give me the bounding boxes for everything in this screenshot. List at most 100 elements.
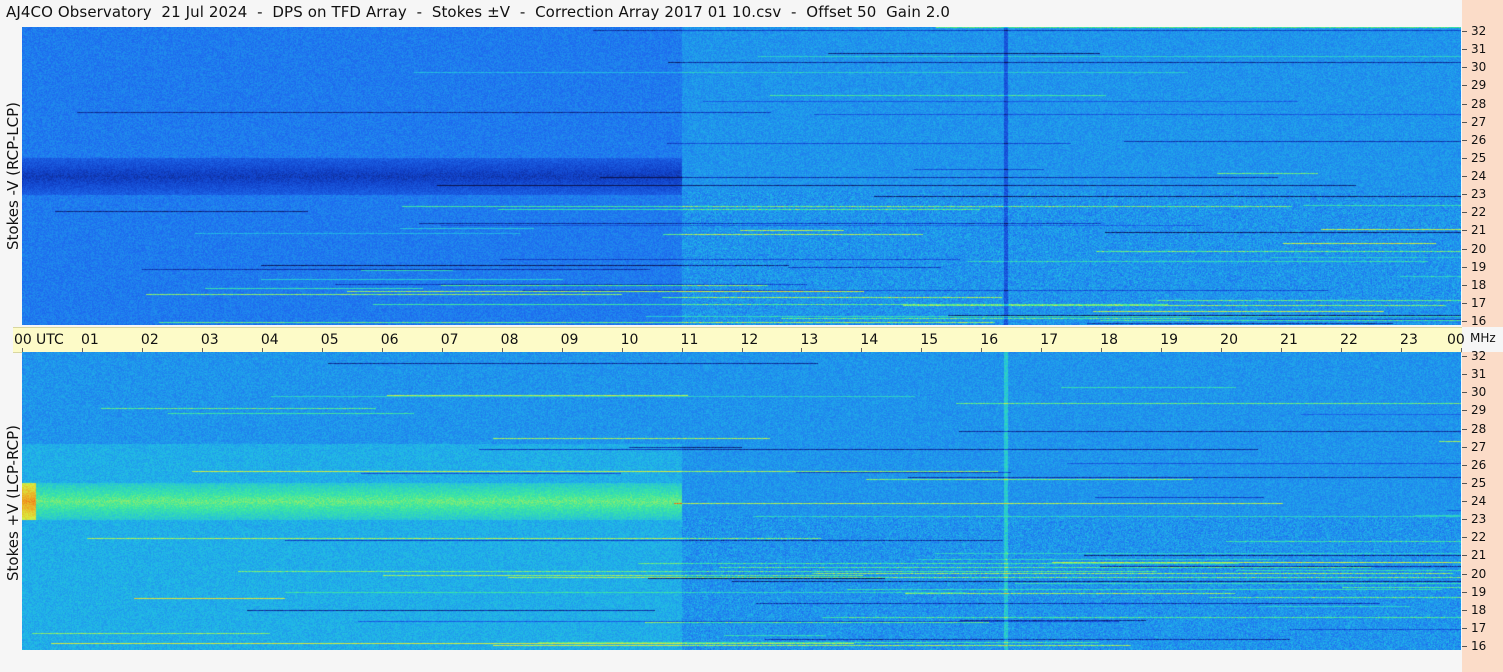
freq-tick-label: 32 <box>1471 24 1487 38</box>
freq-tick-label: 26 <box>1471 457 1487 472</box>
freq-tick-label: 30 <box>1471 385 1487 400</box>
freq-tick-label: 22 <box>1471 530 1487 545</box>
freq-tick <box>1462 49 1467 51</box>
freq-tick <box>1462 627 1467 629</box>
freq-unit-label: MHz <box>1470 331 1496 345</box>
freq-tick-label: 32 <box>1471 349 1487 363</box>
freq-tick <box>1462 321 1467 322</box>
freq-tick-label: 19 <box>1471 584 1487 599</box>
time-tick-label: 06 <box>380 332 399 348</box>
time-tick-label: 03 <box>200 332 219 348</box>
time-tick-label: 12 <box>740 332 759 348</box>
freq-tick <box>1462 85 1467 87</box>
freq-tick <box>1462 646 1467 647</box>
time-tick-label: 18 <box>1100 332 1119 348</box>
time-tick-label: 08 <box>500 332 519 348</box>
freq-tick <box>1462 392 1467 394</box>
time-tick-label: 17 <box>1040 332 1059 348</box>
freq-tick <box>1462 103 1467 105</box>
freq-tick <box>1462 537 1467 539</box>
freq-tick-label: 21 <box>1471 223 1487 238</box>
freq-tick-label: 25 <box>1471 475 1487 490</box>
freq-tick <box>1462 374 1467 376</box>
freq-tick <box>1462 609 1467 611</box>
freq-tick-label: 31 <box>1471 42 1487 57</box>
spectrogram-top-canvas <box>22 27 1461 325</box>
freq-axis-top: 32 31 30 29 28 27 26 25 24 23 22 21 20 19 18 17 16 <box>1462 0 1503 327</box>
freq-tick-label: 23 <box>1471 512 1487 527</box>
freq-tick <box>1462 464 1467 466</box>
spectrogram-stokes-plus-v <box>22 352 1461 650</box>
freq-tick <box>1462 501 1467 502</box>
time-tick-label: 14 <box>860 332 879 348</box>
freq-tick <box>1462 176 1467 177</box>
freq-tick-label: 18 <box>1471 277 1487 292</box>
panel-bottom-ylabel: Stokes +V (LCP-RCP) <box>4 425 22 581</box>
time-tick-label: 20 <box>1220 332 1238 348</box>
freq-tick-label: 21 <box>1471 548 1487 563</box>
freq-tick-label: 23 <box>1471 187 1487 202</box>
time-tick-label: 10 <box>620 332 639 348</box>
time-tick-label: 23 <box>1400 332 1418 348</box>
freq-tick <box>1462 555 1467 557</box>
time-tick-label: 04 <box>260 332 279 348</box>
freq-tick-label: 26 <box>1471 132 1487 147</box>
freq-tick <box>1462 519 1467 521</box>
time-tick-label: 11 <box>680 332 699 348</box>
freq-tick <box>1462 157 1467 159</box>
time-tick-label: 01 <box>80 332 99 348</box>
freq-tick <box>1462 248 1467 250</box>
freq-tick <box>1462 266 1467 268</box>
freq-tick <box>1462 67 1467 69</box>
time-tick-label: 22 <box>1340 332 1358 348</box>
spectrogram-stokes-minus-v <box>22 27 1461 325</box>
freq-tick-label: 19 <box>1471 259 1487 274</box>
panel-top-ylabel: Stokes -V (RCP-LCP) <box>4 102 22 250</box>
freq-tick-label: 29 <box>1471 403 1487 418</box>
freq-tick-label: 22 <box>1471 205 1487 220</box>
time-tick-label: 21 <box>1280 332 1298 348</box>
time-tick-label: 16 <box>980 332 999 348</box>
time-tick-label: 13 <box>800 332 819 348</box>
time-tick-label: 15 <box>920 332 939 348</box>
freq-tick <box>1462 230 1467 232</box>
freq-tick-label: 17 <box>1471 295 1487 310</box>
freq-tick-label: 17 <box>1471 620 1487 635</box>
freq-tick <box>1462 591 1467 593</box>
freq-tick <box>1462 410 1467 412</box>
freq-tick-label: 31 <box>1471 367 1487 382</box>
freq-tick <box>1462 31 1467 32</box>
freq-tick-label: 28 <box>1471 96 1487 111</box>
time-tick-label: 00 <box>1447 332 1465 348</box>
freq-tick-label: 28 <box>1471 421 1487 436</box>
freq-tick-label: 25 <box>1471 150 1487 165</box>
time-tick-label: 07 <box>440 332 459 348</box>
freq-tick-label: 27 <box>1471 439 1487 454</box>
freq-tick <box>1462 428 1467 430</box>
freq-tick-label: 27 <box>1471 114 1487 129</box>
freq-tick <box>1462 482 1467 484</box>
time-tick-label: 19 <box>1160 332 1179 348</box>
freq-tick-label: 24 <box>1471 494 1487 508</box>
spectrogram-bottom-canvas <box>22 352 1461 650</box>
freq-tick-label: 30 <box>1471 60 1487 75</box>
freq-tick <box>1462 212 1467 214</box>
freq-tick-label: 20 <box>1471 566 1487 581</box>
freq-axis-bottom: 32 31 30 29 28 27 26 25 24 23 22 21 20 19 18 17 16 <box>1462 349 1503 672</box>
freq-tick <box>1462 284 1467 286</box>
freq-tick <box>1462 446 1467 448</box>
freq-tick-label: 18 <box>1471 602 1487 617</box>
time-unit-label: UTC <box>36 332 64 348</box>
freq-tick <box>1462 356 1467 357</box>
time-axis: 00 01 02 03 04 05 06 07 08 09 10 11 12 13 14 15 16 17 18 19… <box>13 327 1465 353</box>
freq-tick-label: 29 <box>1471 78 1487 93</box>
time-tick-label: 09 <box>560 332 579 348</box>
freq-tick <box>1462 121 1467 123</box>
freq-tick <box>1462 573 1467 575</box>
freq-tick-label: 16 <box>1471 314 1487 328</box>
freq-tick <box>1462 139 1467 141</box>
freq-tick-label: 20 <box>1471 241 1487 256</box>
time-tick-label: 05 <box>320 332 339 348</box>
freq-tick-label: 24 <box>1471 169 1487 183</box>
freq-tick-label: 16 <box>1471 639 1487 653</box>
